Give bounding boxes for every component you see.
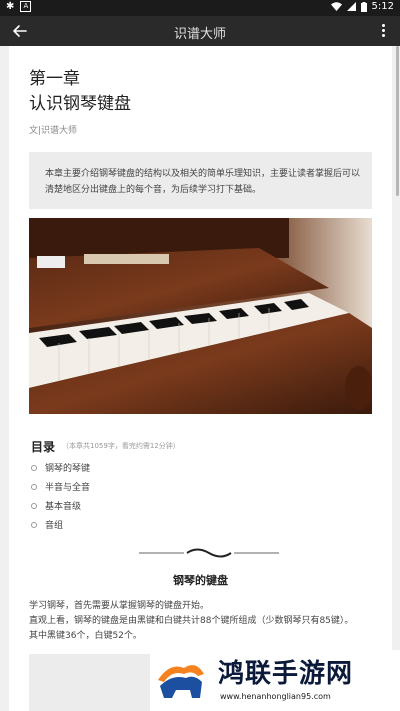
toc-item-label: 半音与全音 <box>45 483 91 493</box>
a-icon: A <box>20 1 32 12</box>
scrollbar[interactable] <box>396 46 399 196</box>
paragraph: 学习钢琴，首先需要从掌握钢琴的键盘开始。 <box>29 601 210 611</box>
bullet-icon <box>31 521 37 528</box>
toc-item-label: 基本音级 <box>45 502 82 512</box>
intro-box: 本章主要介绍钢琴键盘的结构以及相关的简单乐理知识，主要让读者掌握后可以清楚地区分… <box>29 152 372 209</box>
app-title: 识谱大师 <box>173 27 226 42</box>
toc-list: 钢琴的琴键 半音与全音 基本音级 音组 <box>31 458 90 534</box>
toc-item[interactable]: 钢琴的琴键 <box>31 458 90 477</box>
signal-icon <box>346 2 356 11</box>
status-time: 5:12 <box>371 1 394 12</box>
bull-logo-icon <box>154 652 206 706</box>
toc-item[interactable]: 半音与全音 <box>31 477 90 496</box>
divider-ornament-icon <box>139 548 279 558</box>
watermark-url: www.henanhonglian95.com <box>220 692 331 701</box>
article-card: 第一章 认识钢琴键盘 文|识谱大师 本章主要介绍钢琴键盘的结构以及相关的简单乐理… <box>9 46 392 711</box>
chapter-label: 第一章 <box>29 69 80 89</box>
body-text: 学习钢琴，首先需要从掌握钢琴的键盘开始。 直观上看，钢琴的键盘是由黑键和白键共计… <box>29 599 379 644</box>
piano-photo <box>29 218 372 414</box>
toc-item-label: 钢琴的琴键 <box>45 464 91 474</box>
bullet-icon <box>31 483 37 490</box>
battery-icon <box>360 1 367 12</box>
paragraph: 直观上看，钢琴的键盘是由黑键和白键共计88个键所组成（少数钢琴只有85键）。 <box>29 616 354 626</box>
bug-icon: ✱ <box>6 1 15 12</box>
toc-title: 目录 <box>31 440 56 454</box>
watermark: 鸿联手游网 www.henanhonglian95.com <box>150 650 400 711</box>
toc-item-label: 音组 <box>45 521 64 531</box>
paragraph: 其中黑键36个，白键52个。 <box>29 631 142 641</box>
bullet-icon <box>31 464 37 471</box>
page-title: 认识钢琴键盘 <box>29 94 131 114</box>
toc-meta: （本章共1059字，看完约需12分钟） <box>62 442 180 450</box>
more-vertical-icon[interactable] <box>380 22 386 40</box>
section-title: 钢琴的键盘 <box>173 574 228 587</box>
toc-item[interactable]: 音组 <box>31 515 90 534</box>
status-bar: ✱ A 5:12 <box>0 0 400 16</box>
app-bar: 识谱大师 <box>0 16 400 46</box>
author-line: 文|识谱大师 <box>29 126 78 136</box>
watermark-name: 鸿联手游网 <box>218 659 354 689</box>
bullet-icon <box>31 502 37 509</box>
intro-text: 本章主要介绍钢琴键盘的结构以及相关的简单乐理知识，主要让读者掌握后可以清楚地区分… <box>45 169 361 195</box>
toc-item[interactable]: 基本音级 <box>31 496 90 515</box>
wifi-icon <box>330 2 342 11</box>
